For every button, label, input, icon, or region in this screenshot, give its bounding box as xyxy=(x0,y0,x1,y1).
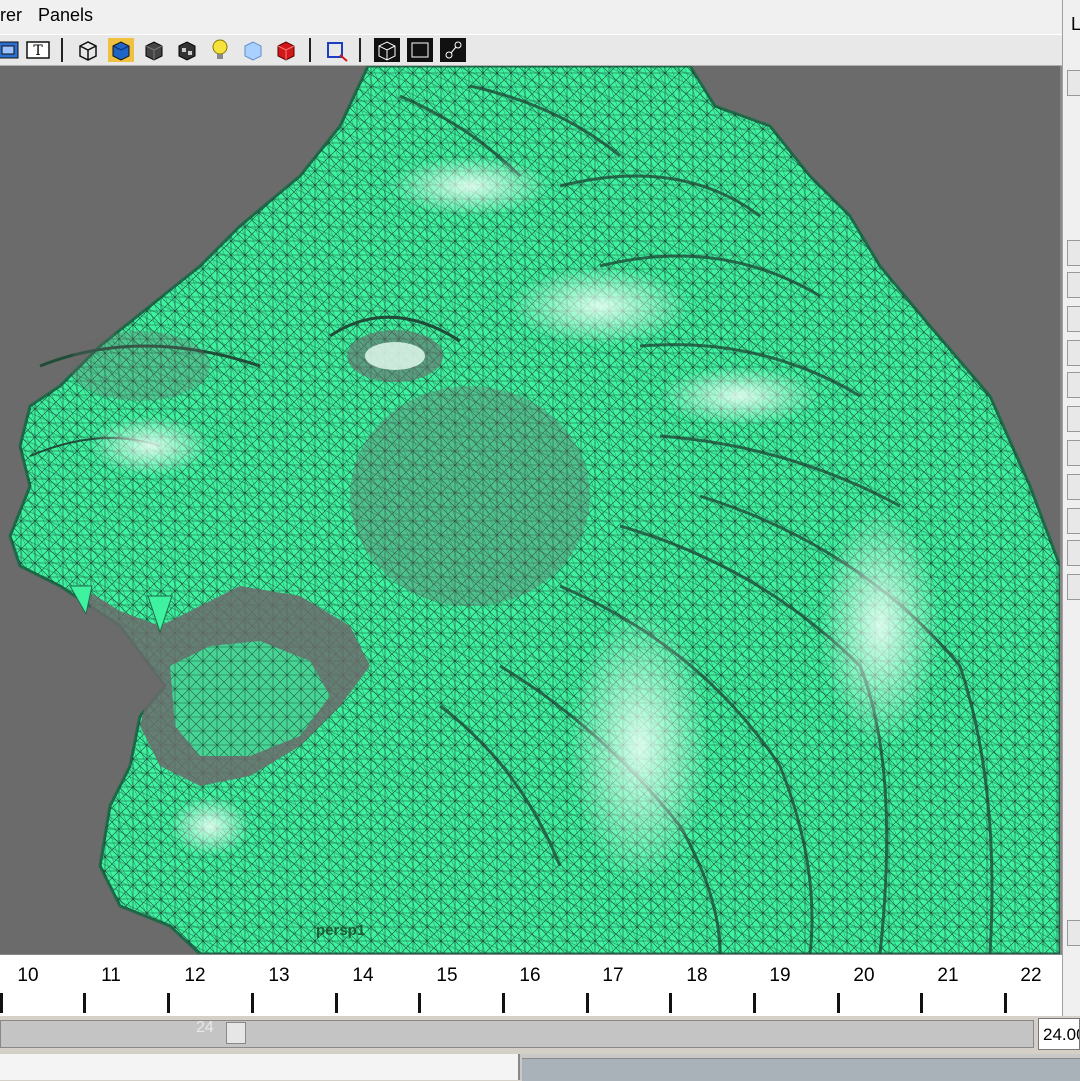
frame-tick xyxy=(83,993,86,1013)
frame-number: 10 xyxy=(17,965,39,986)
help-line xyxy=(522,1058,1080,1081)
side-panel-field[interactable] xyxy=(1067,240,1080,266)
bottom-bar xyxy=(0,1054,1080,1081)
red-cube-icon[interactable] xyxy=(272,37,300,63)
frame-number: 12 xyxy=(184,965,206,986)
command-line[interactable] xyxy=(0,1054,520,1080)
menu-bar: rer Panels xyxy=(0,0,1062,34)
side-panel-field[interactable] xyxy=(1067,272,1080,298)
frame-tick xyxy=(669,993,672,1013)
frame-number: 14 xyxy=(352,965,374,986)
side-panel-field[interactable] xyxy=(1067,306,1080,332)
wireframe-on-shaded-icon[interactable] xyxy=(373,37,401,63)
perspective-viewport[interactable]: persp1 xyxy=(0,66,1062,954)
uv-editor-icon[interactable] xyxy=(0,37,22,63)
toolbar-separator xyxy=(308,38,312,62)
wireframe-lion-mesh xyxy=(8,66,1060,954)
bounding-box-icon[interactable] xyxy=(406,37,434,63)
xray-cube-icon[interactable] xyxy=(239,37,267,63)
toolbar-separator xyxy=(60,38,64,62)
frame-tick xyxy=(920,993,923,1013)
side-panel: L xyxy=(1062,0,1080,1080)
textured-cube-icon[interactable] xyxy=(173,37,201,63)
light-bulb-icon[interactable] xyxy=(206,37,234,63)
isolate-select-icon[interactable] xyxy=(322,37,350,63)
frame-tick xyxy=(502,993,505,1013)
side-panel-field[interactable] xyxy=(1067,340,1080,366)
frame-number: 19 xyxy=(769,965,791,986)
frame-tick xyxy=(167,993,170,1013)
panel-toolbar: T xyxy=(0,34,1062,66)
time-slider[interactable]: 10 11 12 13 14 15 16 17 18 19 20 21 22 xyxy=(0,954,1062,1017)
toolbar-separator xyxy=(358,38,362,62)
frame-number: 18 xyxy=(686,965,708,986)
side-panel-field[interactable] xyxy=(1067,540,1080,566)
frame-tick xyxy=(335,993,338,1013)
frame-number: 16 xyxy=(519,965,541,986)
frame-tick xyxy=(251,993,254,1013)
frame-number: 17 xyxy=(602,965,624,986)
range-slider-row: 24 24.00 xyxy=(0,1016,1080,1054)
camera-label: persp1 xyxy=(316,922,366,939)
frame-tick xyxy=(837,993,840,1013)
smooth-shade-cube-icon[interactable] xyxy=(107,37,135,63)
wireframe-cube-icon[interactable] xyxy=(74,37,102,63)
svg-text:T: T xyxy=(33,43,43,59)
frame-number: 21 xyxy=(937,965,959,986)
flat-shade-cube-icon[interactable] xyxy=(140,37,168,63)
frame-tick xyxy=(586,993,589,1013)
frame-tick xyxy=(753,993,756,1013)
side-panel-field[interactable] xyxy=(1067,474,1080,500)
side-panel-label: L xyxy=(1071,14,1080,34)
menu-renderer[interactable]: rer xyxy=(0,5,22,26)
range-slider-handle[interactable] xyxy=(226,1022,246,1044)
side-panel-field[interactable] xyxy=(1067,372,1080,398)
side-panel-field[interactable] xyxy=(1067,70,1080,96)
frame-tick xyxy=(1004,993,1007,1013)
side-panel-field[interactable] xyxy=(1067,920,1080,946)
frame-tick xyxy=(418,993,421,1013)
frame-number: 20 xyxy=(853,965,875,986)
side-panel-field[interactable] xyxy=(1067,440,1080,466)
frame-number: 22 xyxy=(1020,965,1042,986)
side-panel-field[interactable] xyxy=(1067,574,1080,600)
side-panel-field[interactable] xyxy=(1067,406,1080,432)
text-icon[interactable]: T xyxy=(24,37,52,63)
frame-number: 11 xyxy=(101,965,121,986)
range-slider-value: 24 xyxy=(196,1019,214,1036)
frame-number: 13 xyxy=(268,965,290,986)
joint-icon[interactable] xyxy=(439,37,467,63)
range-slider-track[interactable] xyxy=(0,1020,1034,1048)
frame-tick xyxy=(0,993,3,1013)
menu-panels[interactable]: Panels xyxy=(38,5,93,26)
frame-number: 15 xyxy=(436,965,458,986)
range-end-field[interactable]: 24.00 xyxy=(1038,1018,1080,1050)
side-panel-field[interactable] xyxy=(1067,508,1080,534)
